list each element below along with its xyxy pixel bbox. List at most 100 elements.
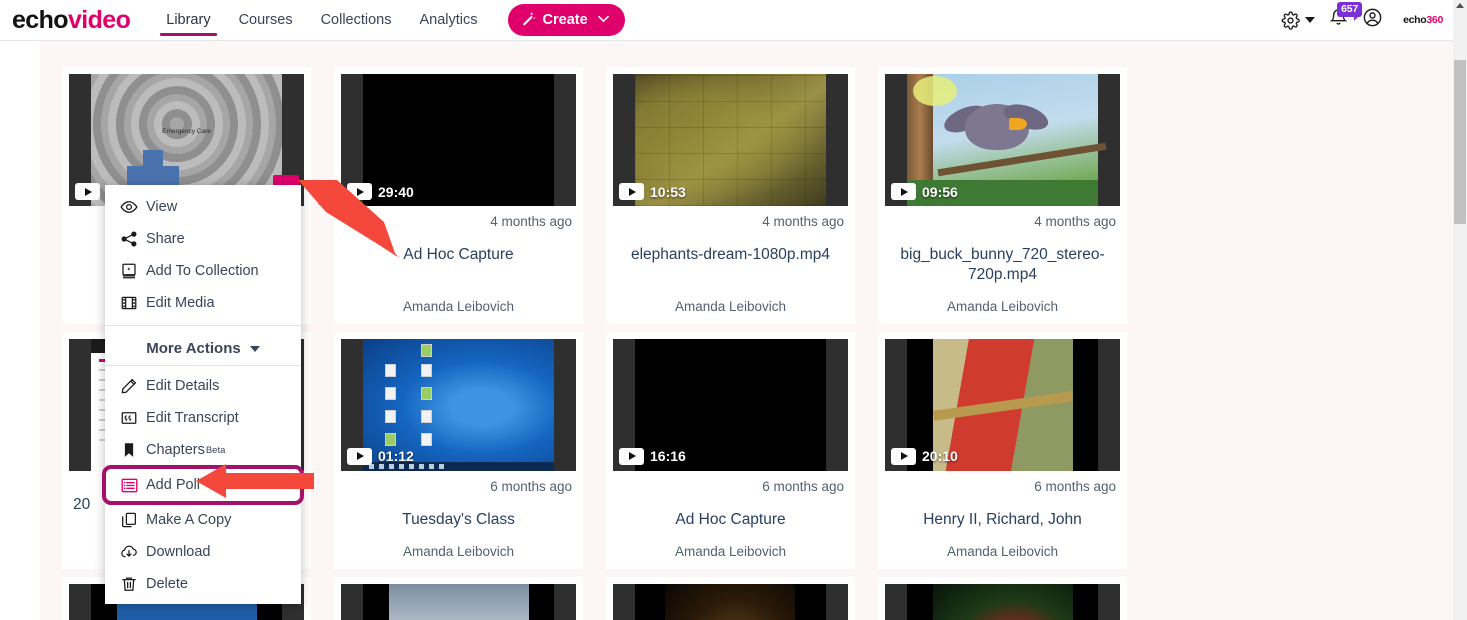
play-icon (891, 447, 916, 465)
context-menu-item-label: Edit Details (146, 378, 220, 394)
beta-tag: Beta (205, 444, 226, 456)
notifications-button[interactable]: 657 (1321, 2, 1362, 37)
card-thumbnail[interactable] (885, 583, 1120, 620)
card-owner: Amanda Leibovich (402, 543, 515, 559)
branch-art (937, 142, 1107, 177)
context-menu-item-download[interactable]: Download (105, 536, 301, 568)
card-duration: 09:56 (891, 183, 958, 200)
desktop-icon (385, 409, 396, 423)
card-date: 4 months ago (490, 214, 572, 229)
context-menu-item-label: Edit Transcript (146, 410, 239, 426)
desktop-icon (385, 386, 396, 400)
media-card[interactable]: 10:53 4 months ago elephants-dream-1080p… (606, 67, 855, 324)
context-menu-item-make-a-copy[interactable]: Make A Copy (105, 504, 301, 536)
context-menu-item-label: Add Poll (146, 477, 201, 493)
desktop-icon (421, 386, 432, 400)
context-menu-item-view[interactable]: View (105, 191, 301, 223)
share-nodes-icon (120, 230, 146, 248)
card-thumbnail[interactable]: 01:12 (341, 338, 576, 471)
echovideo-logo[interactable]: echovideo (12, 5, 131, 34)
card-thumbnail[interactable]: 10:53 (613, 74, 848, 206)
bird-beak-art (1009, 118, 1027, 130)
card-title[interactable]: Henry II, Richard, John (885, 510, 1120, 530)
media-card[interactable] (334, 576, 583, 620)
desktop-icon (385, 363, 396, 377)
context-menu-item-label: Edit Media (146, 295, 215, 311)
echo360-logo: echo360 (1403, 14, 1443, 26)
context-menu-item-share[interactable]: Share (105, 223, 301, 255)
create-button[interactable]: Create (507, 4, 625, 36)
context-menu-item-label: Download (146, 544, 211, 560)
play-icon (619, 447, 644, 465)
card-thumbnail[interactable] (341, 583, 576, 620)
media-card[interactable] (606, 576, 855, 620)
add-to-collection-icon (120, 262, 146, 280)
media-card[interactable] (878, 576, 1127, 620)
context-menu-item-label: Share (146, 231, 185, 247)
context-menu-more-actions-toggle[interactable]: More Actions (105, 332, 301, 366)
top-navigation-bar: echovideo Library Courses Collections An… (0, 0, 1453, 41)
play-icon (75, 183, 100, 200)
card-title[interactable]: Ad Hoc Capture (613, 510, 848, 530)
card-date: 4 months ago (762, 214, 844, 229)
card-thumbnail[interactable]: 20:10 (885, 338, 1120, 471)
nav-tab-analytics[interactable]: Analytics (406, 0, 492, 41)
media-card[interactable]: 01:12 6 months ago Tuesday's Class Amand… (334, 331, 583, 569)
card-duration-text: 10:53 (650, 183, 686, 200)
card-owner: Amanda Leibovich (946, 298, 1059, 314)
card-duration-text: 20:10 (922, 448, 958, 465)
logo-text-echo: echo (12, 5, 69, 34)
desktop-icon (421, 409, 432, 423)
card-owner: Amanda Leibovich (946, 543, 1059, 559)
main-nav-tabs: Library Courses Collections Analytics (152, 0, 491, 41)
artwork-panel (665, 583, 795, 620)
context-menu-item-label: View (146, 199, 178, 215)
card-date: 6 months ago (490, 478, 572, 494)
card-duration: 20:10 (891, 447, 958, 465)
pencil-icon (120, 377, 146, 395)
card-thumbnail[interactable]: 16:16 (613, 338, 848, 471)
nav-tab-courses[interactable]: Courses (225, 0, 307, 41)
user-profile-button[interactable] (1355, 3, 1389, 37)
card-duration-text: 16:16 (650, 448, 686, 465)
card-body: 6 months ago Ad Hoc Capture Amanda Leibo… (613, 471, 848, 569)
context-menu-item-edit-transcript[interactable]: Edit Transcript (105, 402, 301, 434)
card-date: 4 months ago (1034, 214, 1116, 229)
nav-tab-library[interactable]: Library (152, 0, 224, 41)
magic-wand-icon (521, 11, 536, 29)
media-card[interactable]: 20:10 6 months ago Henry II, Richard, Jo… (878, 331, 1127, 569)
media-card[interactable]: 16:16 6 months ago Ad Hoc Capture Amanda… (606, 331, 855, 569)
download-cloud-icon (120, 543, 146, 561)
context-menu-item-delete[interactable]: Delete (105, 568, 301, 600)
context-menu-item-add-to-collection[interactable]: Add To Collection (105, 255, 301, 287)
scrollbar-thumb[interactable] (1454, 60, 1466, 224)
card-body: 4 months ago elephants-dream-1080p.mp4 A… (613, 206, 848, 324)
card-title[interactable]: Tuesday's Class (341, 510, 576, 530)
media-context-menu: View Share Add To Collection Edit Media … (102, 185, 304, 604)
play-icon (891, 183, 916, 200)
left-gutter (0, 41, 40, 620)
settings-menu-button[interactable] (1279, 3, 1316, 37)
play-icon (619, 183, 644, 200)
desktop-icon (421, 432, 432, 446)
card-thumbnail[interactable] (613, 583, 848, 620)
context-menu-divider (105, 325, 301, 326)
nav-tab-analytics-label: Analytics (419, 12, 478, 28)
chevron-down-icon (249, 345, 260, 352)
play-icon (347, 447, 372, 465)
thumbnail-art (363, 583, 554, 620)
chevron-down-icon (597, 14, 609, 26)
artwork-panel (933, 583, 1073, 620)
poll-list-icon (120, 476, 146, 495)
context-menu-item-edit-details[interactable]: Edit Details (105, 370, 301, 402)
scroll-up-arrow-icon[interactable] (1456, 3, 1464, 8)
media-card[interactable]: 09:56 4 months ago big_buck_bunny_720_st… (878, 67, 1127, 324)
card-title[interactable]: big_buck_bunny_720_stereo-720p.mp4 (885, 245, 1120, 285)
nav-right-actions: 657 echo360 (1279, 2, 1453, 37)
context-menu-item-edit-media[interactable]: Edit Media (105, 287, 301, 319)
card-body: 4 months ago big_buck_bunny_720_stereo-7… (885, 206, 1120, 324)
vertical-scrollbar[interactable] (1453, 0, 1467, 620)
nav-tab-collections[interactable]: Collections (307, 0, 406, 41)
card-title[interactable]: elephants-dream-1080p.mp4 (613, 245, 848, 265)
card-thumbnail[interactable]: 09:56 (885, 74, 1120, 206)
